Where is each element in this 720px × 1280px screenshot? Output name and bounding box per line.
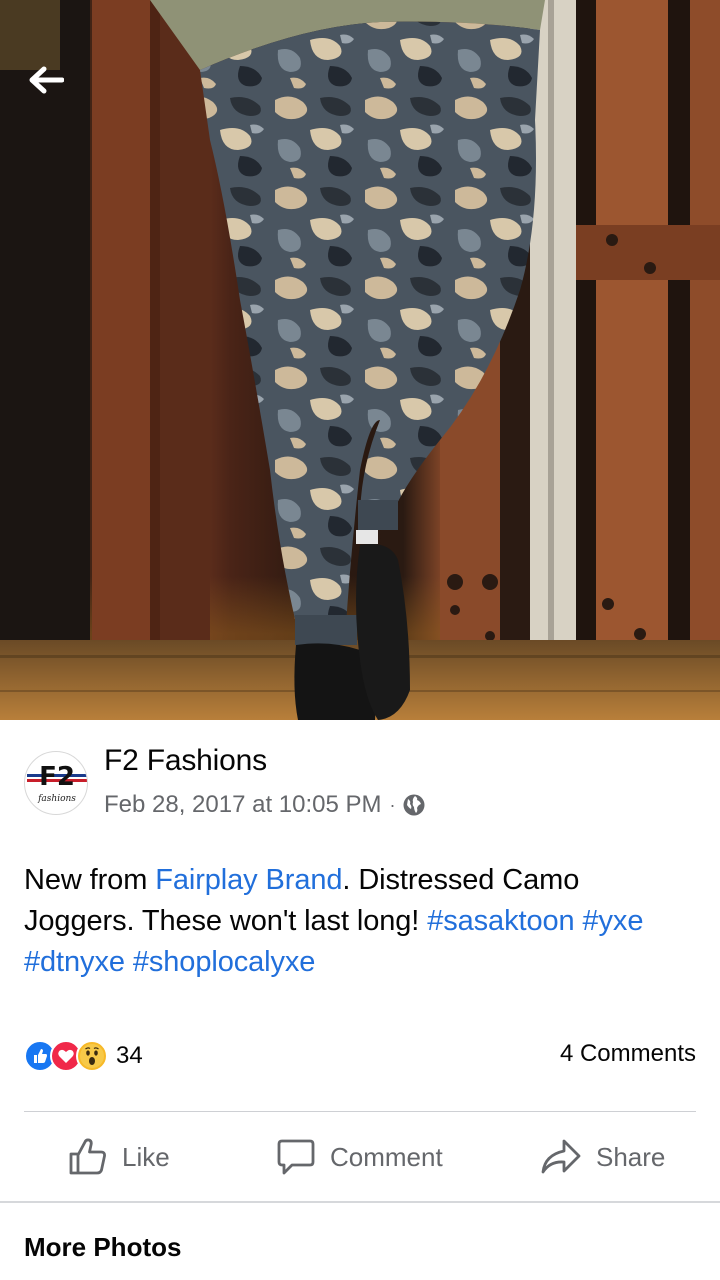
wow-reaction-icon <box>76 1040 108 1072</box>
share-button[interactable]: Share <box>540 1132 665 1182</box>
share-label: Share <box>596 1141 666 1172</box>
f2-logo-icon: F2 fashions <box>27 762 87 804</box>
section-divider <box>0 1201 720 1203</box>
arrow-left-icon <box>29 66 64 94</box>
page-name[interactable]: F2 Fashions <box>104 744 267 778</box>
like-label: Like <box>122 1141 170 1172</box>
meta-separator: · <box>389 794 396 815</box>
svg-text:fashions: fashions <box>37 794 76 804</box>
page-avatar[interactable]: F2 fashions <box>24 751 88 815</box>
post-meta: Feb 28, 2017 at 10:05 PM · <box>104 788 426 822</box>
comments-count[interactable]: 4 Comments <box>560 1040 696 1068</box>
hashtag-sasaktoon[interactable]: #sasaktoon <box>427 905 574 937</box>
back-button[interactable] <box>28 66 84 110</box>
post-text-intro: New from <box>24 864 156 896</box>
comment-button[interactable]: Comment <box>276 1132 443 1182</box>
reaction-count: 34 <box>116 1042 143 1069</box>
post-photo[interactable] <box>0 0 720 720</box>
globe-icon <box>403 794 425 816</box>
reactions-summary[interactable]: 34 <box>24 1038 143 1074</box>
comment-bubble-icon <box>277 1139 315 1175</box>
post-date[interactable]: Feb 28, 2017 at 10:05 PM <box>104 791 382 819</box>
post-text: New from Fairplay Brand. Distressed Camo… <box>24 860 694 983</box>
hashtag-dtnyxe[interactable]: #dtnyxe <box>24 946 125 978</box>
like-button[interactable]: Like <box>68 1132 170 1182</box>
thumbs-up-icon <box>69 1138 106 1175</box>
brand-link[interactable]: Fairplay Brand <box>155 864 342 896</box>
photo-illustration <box>0 0 720 720</box>
svg-text:F2: F2 <box>39 762 75 792</box>
share-arrow-icon <box>541 1139 581 1174</box>
hashtag-yxe[interactable]: #yxe <box>583 905 644 937</box>
hashtag-shoplocalyxe[interactable]: #shoplocalyxe <box>133 946 316 978</box>
divider <box>24 1111 696 1112</box>
more-photos-heading: More Photos <box>24 1232 182 1262</box>
comment-label: Comment <box>330 1141 443 1172</box>
